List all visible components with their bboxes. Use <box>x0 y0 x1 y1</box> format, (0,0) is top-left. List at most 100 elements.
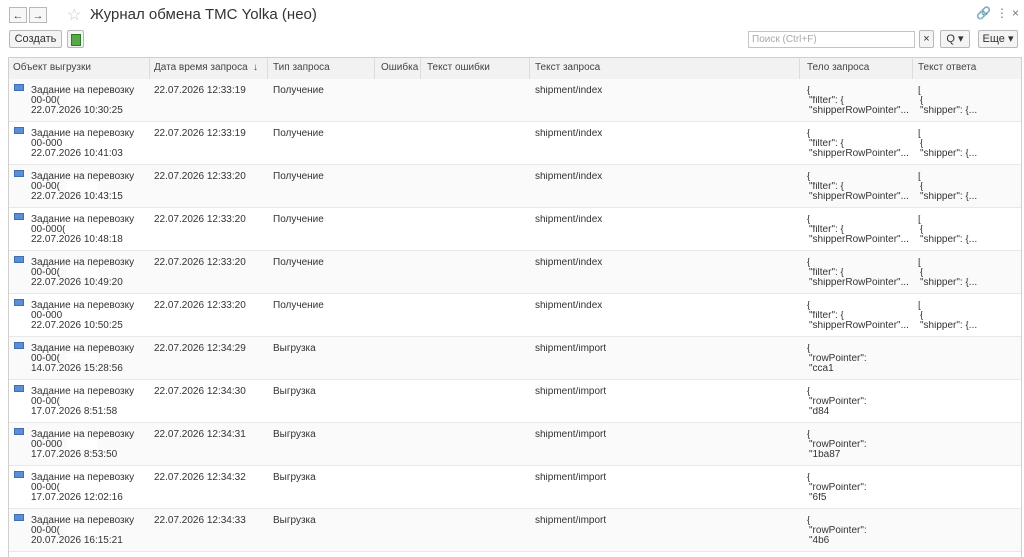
search-button[interactable]: Q ▾ <box>940 30 970 48</box>
table-header: Объект выгрузки Дата время запроса ↓ Тип… <box>9 58 1021 80</box>
more-icon[interactable]: ⋮ <box>996 6 1008 20</box>
cell-obj2: 00-000 <box>31 440 63 450</box>
cell-obj3: 20.07.2026 16:15:21 <box>31 536 123 546</box>
column-header-request-datetime[interactable]: Дата время запроса <box>154 62 248 73</box>
cell-type: Получение <box>273 258 324 268</box>
cell-body2: "filter": { <box>809 139 844 149</box>
cell-resp2: { <box>920 268 924 278</box>
close-icon[interactable]: × <box>1012 6 1019 20</box>
table-row[interactable]: Задание на перевозку 00-00(20.07.2026 16:… <box>9 509 1021 552</box>
document-object-icon <box>14 256 24 263</box>
cell-resp3: "shipper": {... <box>920 278 978 288</box>
cell-body2: "rowPointer": <box>809 397 867 407</box>
cell-req: shipment/index <box>535 258 603 268</box>
table-row[interactable]: Задание на перевозку 00-00(22.07.2026 10:… <box>9 251 1021 294</box>
document-object-icon <box>14 84 24 91</box>
add-copy-button[interactable] <box>67 30 84 48</box>
table-row[interactable]: Задание на перевозку 00-00(22.07.2026 10:… <box>9 165 1021 208</box>
document-object-icon <box>14 299 24 306</box>
cell-obj3: 14.07.2026 15:28:56 <box>31 364 123 374</box>
cell-date: 22.07.2026 12:34:33 <box>154 516 246 526</box>
cell-type: Выгрузка <box>273 473 316 483</box>
cell-req: shipment/import <box>535 516 607 526</box>
clear-search-button[interactable]: × <box>919 30 934 48</box>
cell-body2: "rowPointer": <box>809 440 867 450</box>
forward-arrow-icon: → <box>32 10 44 22</box>
table-row[interactable]: Задание на перевозку 00-00(17.07.2026 8:5… <box>9 380 1021 423</box>
cell-resp3: "shipper": {... <box>920 192 978 202</box>
cell-body3: "shipperRowPointer"... <box>809 149 909 159</box>
search-input[interactable]: Поиск (Ctrl+F) <box>748 31 915 48</box>
cell-resp1: [ <box>918 301 921 311</box>
cell-req: shipment/import <box>535 473 607 483</box>
cell-body2: "rowPointer": <box>809 354 867 364</box>
create-button[interactable]: Создать <box>9 30 62 48</box>
cell-obj2: 00-000 <box>31 139 63 149</box>
cell-obj2: 00-00( <box>31 182 60 192</box>
column-header-request-body[interactable]: Тело запроса <box>807 62 869 73</box>
cell-body1: { <box>807 86 811 96</box>
cell-resp2: { <box>920 96 924 106</box>
cell-resp1: [ <box>918 172 921 182</box>
table-row[interactable]: Задание на перевозку 00-000 22.07.2026 10:… <box>9 294 1021 337</box>
column-header-error[interactable]: Ошибка <box>381 62 418 73</box>
search-icon: Q <box>946 33 955 45</box>
cell-body1: { <box>807 301 811 311</box>
cell-req: shipment/index <box>535 86 603 96</box>
cell-body3: "shipperRowPointer"... <box>809 192 909 202</box>
cell-body3: "cca1 <box>809 364 834 374</box>
column-header-request-text[interactable]: Текст запроса <box>535 62 600 73</box>
cell-obj3: 17.07.2026 12:02:16 <box>31 493 123 503</box>
cell-obj2: 00-000 <box>31 311 63 321</box>
cell-resp3: "shipper": {... <box>920 106 978 116</box>
document-object-icon <box>14 385 24 392</box>
table-row[interactable]: Задание на перевозку 00-00(17.07.2026 12:… <box>9 466 1021 509</box>
window-titlebar: ← → ☆ Журнал обмена ТМС Yolka (нео) 🔗 ⋮ … <box>0 0 1024 28</box>
cell-obj2: 00-00( <box>31 268 60 278</box>
cell-body1: { <box>807 129 811 139</box>
cell-obj3: 17.07.2026 8:53:50 <box>31 450 118 460</box>
cell-date: 22.07.2026 12:34:30 <box>154 387 246 397</box>
sort-desc-icon[interactable]: ↓ <box>253 62 258 73</box>
table-row[interactable]: Задание на перевозку 00-00(14.07.2026 15:… <box>9 337 1021 380</box>
column-header-error-text[interactable]: Текст ошибки <box>427 62 490 73</box>
cell-date: 22.07.2026 12:34:29 <box>154 344 246 354</box>
cell-type: Получение <box>273 301 324 311</box>
redaction-mask <box>67 267 97 277</box>
back-arrow-icon: ← <box>12 10 24 22</box>
cell-body2: "rowPointer": <box>809 483 867 493</box>
cell-resp3: "shipper": {... <box>920 235 978 245</box>
cell-resp1: [ <box>918 258 921 268</box>
table-row[interactable]: Задание на перевозку 00-00(22.07.2026 10:… <box>9 79 1021 122</box>
more-button[interactable]: Еще ▾ <box>978 30 1018 48</box>
document-object-icon <box>14 213 24 220</box>
back-button[interactable]: ← <box>9 7 27 23</box>
column-header-request-type[interactable]: Тип запроса <box>273 62 330 73</box>
cell-resp3: "shipper": {... <box>920 321 978 331</box>
link-icon[interactable]: 🔗 <box>976 6 991 20</box>
table-row[interactable]: Задание на перевозку 00-000 22.07.2026 10:… <box>9 122 1021 165</box>
star-icon[interactable]: ☆ <box>67 5 81 25</box>
cell-date: 22.07.2026 12:33:19 <box>154 86 246 96</box>
cell-type: Получение <box>273 215 324 225</box>
cell-obj3: 22.07.2026 10:43:15 <box>31 192 123 202</box>
column-header-object[interactable]: Объект выгрузки <box>13 62 91 73</box>
cell-resp2: { <box>920 225 924 235</box>
toolbar: Создать Поиск (Ctrl+F) × Q ▾ Еще ▾ <box>0 28 1024 52</box>
table-row[interactable]: Задание на перевозку 00-000(22.07.2026 10… <box>9 208 1021 251</box>
document-object-icon <box>14 514 24 521</box>
document-object-icon <box>14 170 24 177</box>
cell-body2: "filter": { <box>809 225 844 235</box>
table-row[interactable]: Задание на перевозку 00-000 17.07.2026 8:5… <box>9 423 1021 466</box>
cell-body1: { <box>807 344 811 354</box>
cell-type: Выгрузка <box>273 430 316 440</box>
cell-req: shipment/index <box>535 301 603 311</box>
document-object-icon <box>14 428 24 435</box>
redaction-mask <box>67 482 97 492</box>
redaction-mask <box>67 95 97 105</box>
forward-button[interactable]: → <box>29 7 47 23</box>
cell-body1: { <box>807 172 811 182</box>
cell-body2: "filter": { <box>809 268 844 278</box>
cell-date: 22.07.2026 12:33:20 <box>154 215 246 225</box>
column-header-response-text[interactable]: Текст ответа <box>918 62 976 73</box>
